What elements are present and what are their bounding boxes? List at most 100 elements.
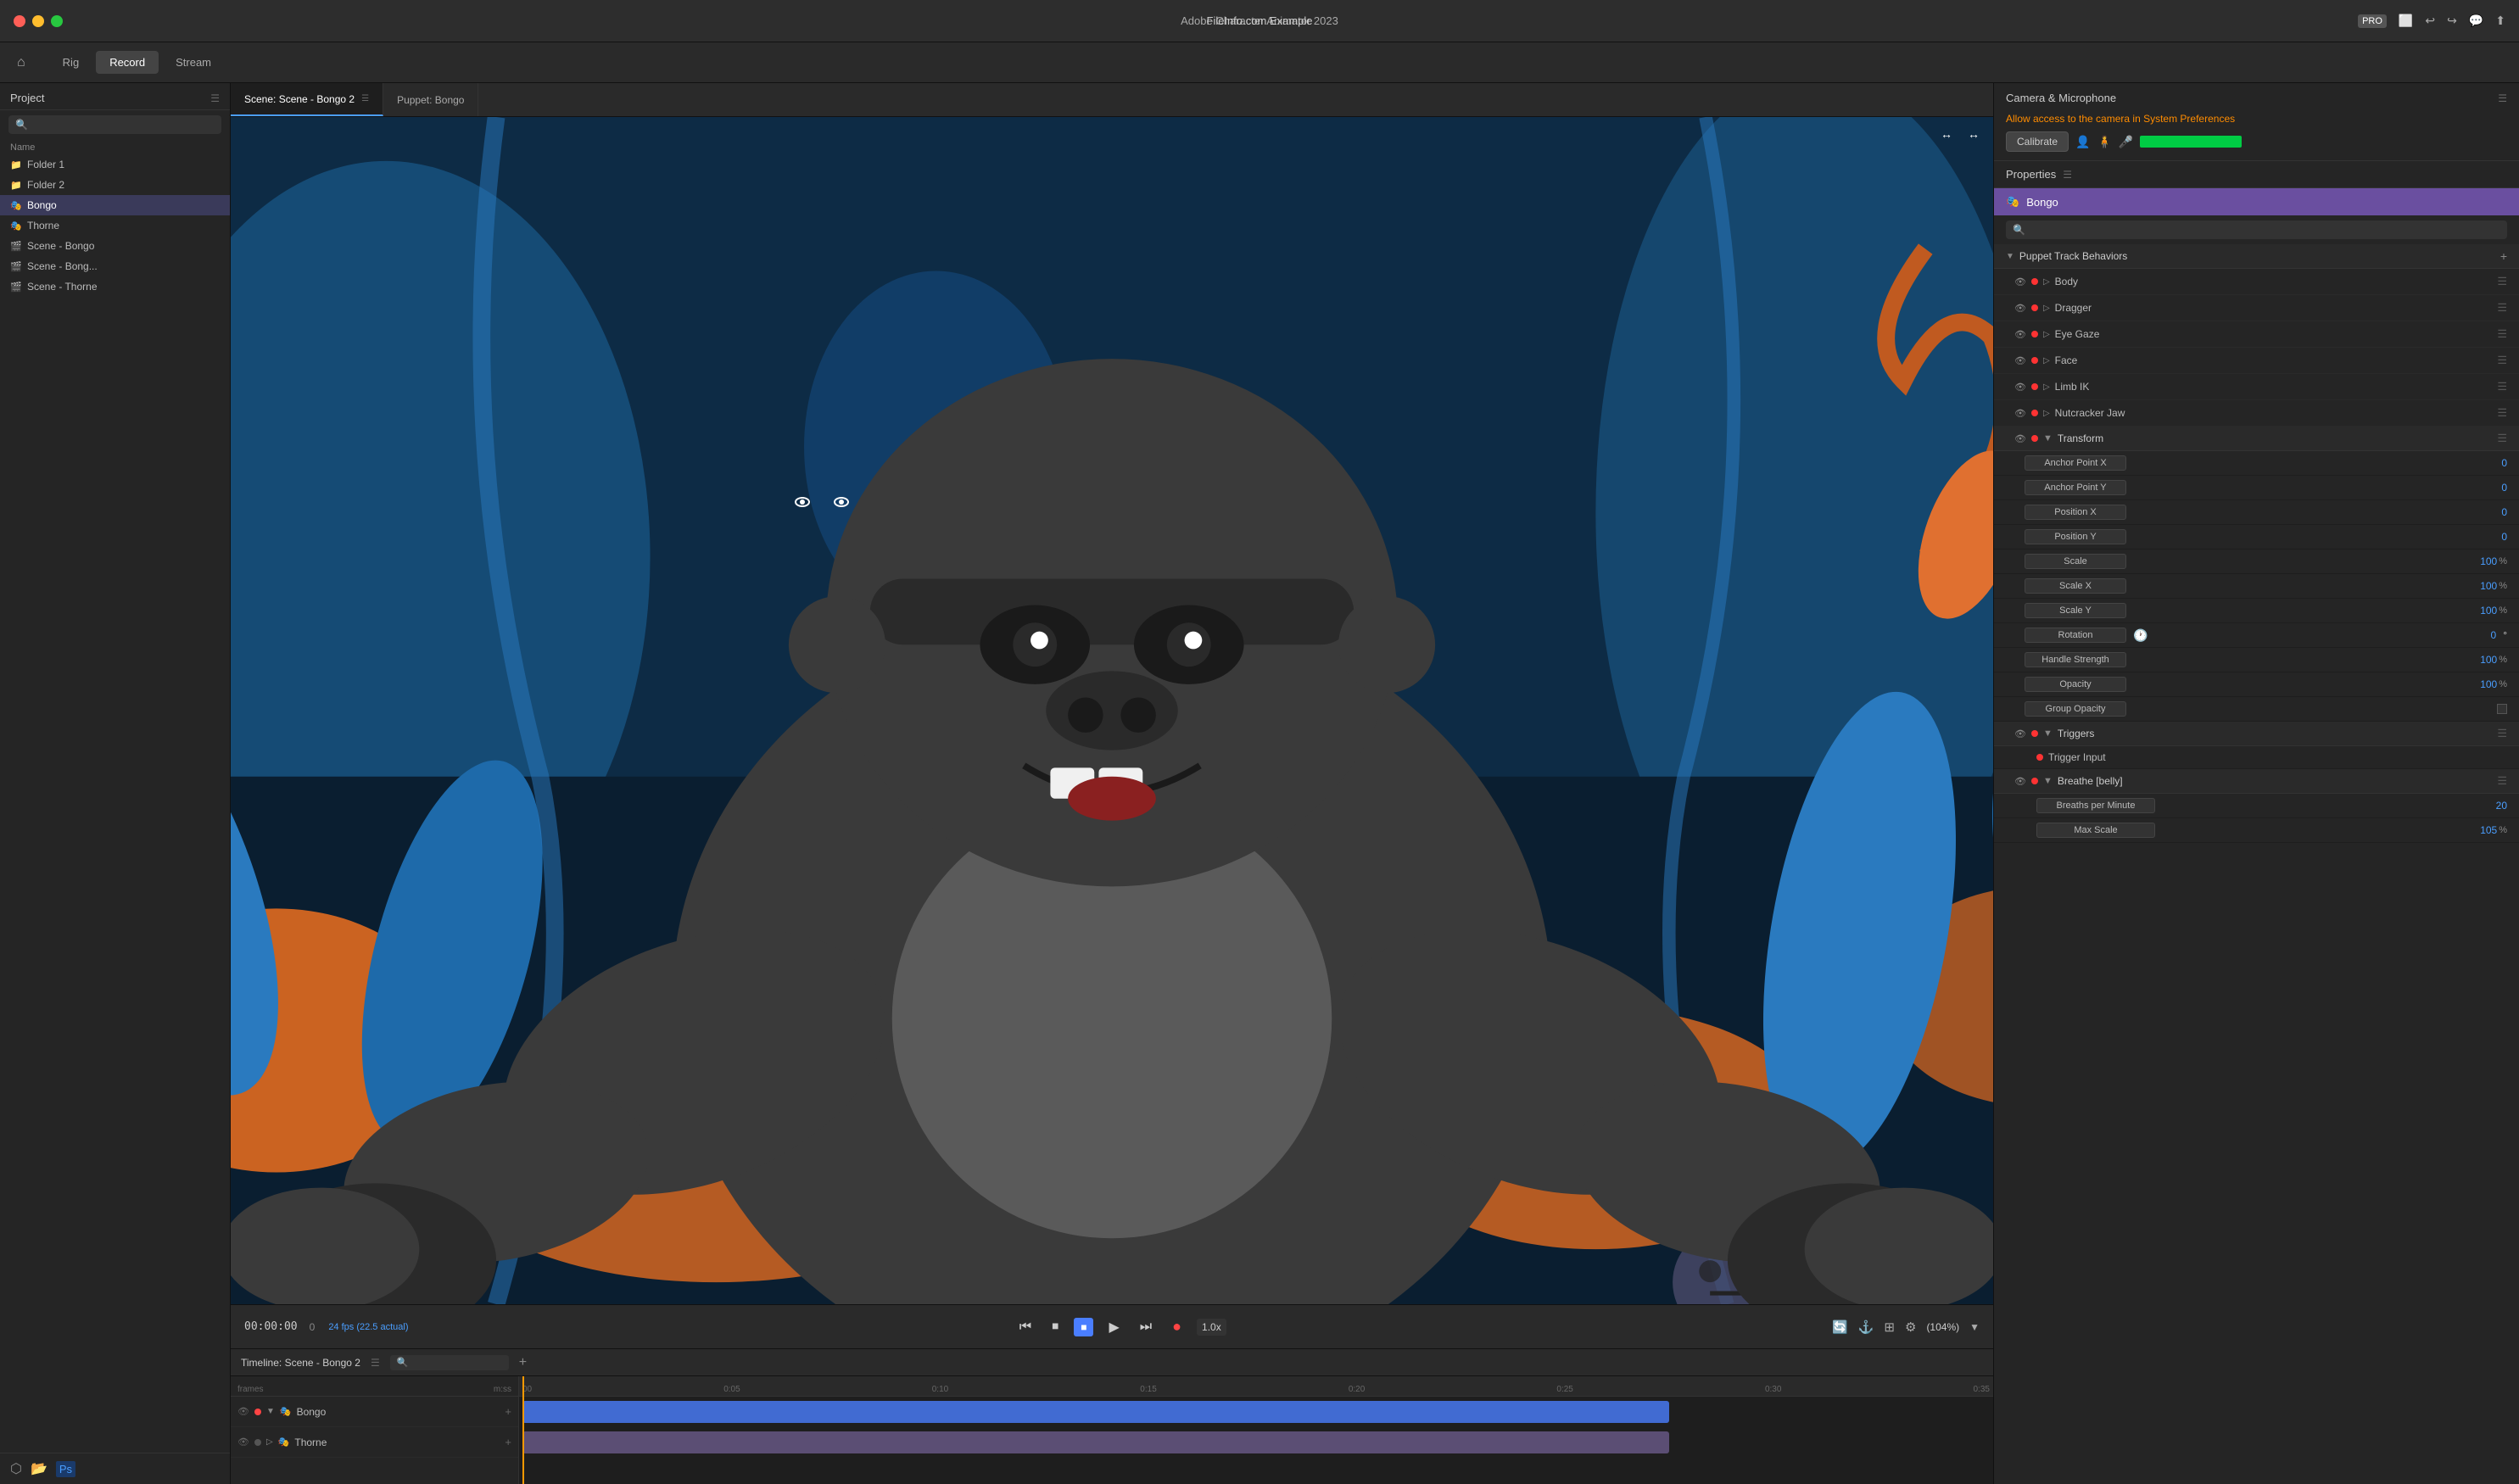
eye-icon[interactable]: 👁 xyxy=(2014,433,2026,444)
behavior-menu-icon[interactable]: ☰ xyxy=(2497,380,2507,393)
upload-icon[interactable]: ⬆ xyxy=(2495,14,2505,28)
breathe-header[interactable]: 👁 ▼ Breathe [belly] ☰ xyxy=(1994,769,2519,794)
expand-arrow[interactable]: ▼ xyxy=(2043,433,2053,444)
stop-button[interactable]: ■ xyxy=(1074,1318,1093,1336)
anchor-point-y-value[interactable]: 0 xyxy=(2473,482,2507,494)
expand-arrow[interactable]: ▷ xyxy=(2043,304,2050,313)
sidebar-item-folder1[interactable]: 📁 Folder 1 xyxy=(0,154,230,175)
sidebar-item-thorne[interactable]: 🎭 Thorne xyxy=(0,215,230,236)
eye-icon[interactable]: 👁 xyxy=(2014,408,2026,419)
tab-scene-bongo2[interactable]: Scene: Scene - Bongo 2 ☰ xyxy=(231,83,383,116)
eye-icon-bongo[interactable]: 👁 xyxy=(237,1406,249,1417)
scale-y-value[interactable]: 100 xyxy=(2463,605,2497,616)
record-dot[interactable] xyxy=(2031,304,2038,311)
resize-icon-right[interactable]: ↔ xyxy=(1968,127,1980,141)
expand-icon-bongo[interactable]: ▼ xyxy=(266,1407,275,1416)
behavior-menu-icon[interactable]: ☰ xyxy=(2497,406,2507,420)
record-dot-bongo[interactable] xyxy=(254,1409,261,1415)
anchor-point-x-value[interactable]: 0 xyxy=(2473,457,2507,469)
record-dot[interactable] xyxy=(2031,278,2038,285)
calibrate-button[interactable]: Calibrate xyxy=(2006,131,2069,152)
opacity-value[interactable]: 100 xyxy=(2463,678,2497,690)
record-dot[interactable] xyxy=(2031,410,2038,416)
expand-arrow[interactable]: ▼ xyxy=(2043,728,2053,739)
eye-icon[interactable]: 👁 xyxy=(2014,382,2026,393)
folder-open-icon[interactable]: 📂 xyxy=(31,1460,47,1477)
behavior-menu-icon[interactable]: ☰ xyxy=(2497,327,2507,341)
timeline-menu-icon[interactable]: ☰ xyxy=(371,1357,380,1369)
loop-icon[interactable]: 🔄 xyxy=(1832,1319,1848,1335)
record-dot[interactable] xyxy=(2031,383,2038,390)
behavior-menu-icon[interactable]: ☰ xyxy=(2497,275,2507,288)
behavior-menu-icon[interactable]: ☰ xyxy=(2497,354,2507,367)
settings-icon[interactable]: ⚙ xyxy=(1905,1319,1916,1335)
expand-arrow[interactable]: ▼ xyxy=(2043,776,2053,786)
max-scale-value[interactable]: 105 xyxy=(2480,824,2497,836)
project-search-input[interactable] xyxy=(8,115,221,134)
sidebar-item-scene-thorne[interactable]: 🎬 Scene - Thorne xyxy=(0,276,230,297)
skip-start-button[interactable]: ⏮ xyxy=(1014,1316,1036,1338)
eye-icon-thorne[interactable]: 👁 xyxy=(237,1437,249,1448)
record-button[interactable]: ● xyxy=(1167,1314,1187,1339)
undo-icon[interactable]: ↩ xyxy=(2425,14,2435,28)
playhead[interactable] xyxy=(522,1376,524,1484)
add-behavior-icon-thorne[interactable]: + xyxy=(505,1436,511,1448)
rotation-dial-icon[interactable]: 🕐 xyxy=(2133,628,2148,643)
expand-arrow[interactable]: ▷ xyxy=(2043,277,2050,287)
scale-x-value[interactable]: 100 xyxy=(2463,580,2497,592)
timeline-tracks[interactable]: 00 0:05 0:10 0:15 0:20 0:25 0:30 0:35 xyxy=(519,1376,1993,1484)
rotation-value[interactable]: 0 xyxy=(2491,629,2497,641)
timeline-search-input[interactable] xyxy=(390,1355,509,1370)
sidebar-item-bongo[interactable]: 🎭 Bongo xyxy=(0,195,230,215)
redo-icon[interactable]: ↪ xyxy=(2447,14,2457,28)
record-dot[interactable] xyxy=(2031,357,2038,364)
tab-record[interactable]: Record xyxy=(96,51,159,74)
resize-icon-left[interactable]: ↔ xyxy=(1941,127,1952,141)
anchor-icon[interactable]: ⚓ xyxy=(1858,1319,1874,1335)
minimize-button[interactable] xyxy=(32,15,44,27)
expand-arrow[interactable]: ▷ xyxy=(2043,356,2050,365)
expand-arrow[interactable]: ▷ xyxy=(2043,330,2050,339)
eye-icon[interactable]: 👁 xyxy=(2014,276,2026,287)
tab-menu-icon[interactable]: ☰ xyxy=(361,94,369,103)
close-button[interactable] xyxy=(14,15,25,27)
comment-icon[interactable]: 💬 xyxy=(2469,14,2483,28)
eye-icon[interactable]: 👁 xyxy=(2014,303,2026,314)
new-puppet-icon[interactable]: ⬡ xyxy=(10,1460,22,1477)
eye-icon[interactable]: 👁 xyxy=(2014,355,2026,366)
handle-strength-value[interactable]: 100 xyxy=(2463,654,2497,666)
position-y-value[interactable]: 0 xyxy=(2473,531,2507,543)
scale-value[interactable]: 100 xyxy=(2463,555,2497,567)
add-track-icon[interactable]: + xyxy=(519,1355,527,1370)
project-menu-icon[interactable]: ☰ xyxy=(210,92,220,104)
eye-icon[interactable]: 👁 xyxy=(2014,776,2026,787)
record-dot[interactable] xyxy=(2031,778,2038,784)
play-button[interactable]: ▶ xyxy=(1103,1315,1124,1339)
properties-search-input[interactable] xyxy=(2006,220,2507,239)
sidebar-item-scene-bong[interactable]: 🎬 Scene - Bong... xyxy=(0,256,230,276)
record-dot[interactable] xyxy=(2031,730,2038,737)
bongo-clip[interactable] xyxy=(522,1401,1669,1423)
tab-puppet-bongo[interactable]: Puppet: Bongo xyxy=(383,83,478,116)
position-x-value[interactable]: 0 xyxy=(2473,506,2507,518)
properties-menu-icon[interactable]: ☰ xyxy=(2063,169,2072,181)
transform-menu-icon[interactable]: ☰ xyxy=(2497,432,2507,445)
sidebar-item-folder2[interactable]: 📁 Folder 2 xyxy=(0,175,230,195)
eye-icon[interactable]: 👁 xyxy=(2014,329,2026,340)
thorne-clip[interactable] xyxy=(522,1431,1669,1453)
zoom-dropdown-icon[interactable]: ▼ xyxy=(1969,1321,1980,1333)
camera-menu-icon[interactable]: ☰ xyxy=(2498,92,2507,104)
record-dot[interactable] xyxy=(2031,331,2038,338)
maximize-button[interactable] xyxy=(51,15,63,27)
expand-arrow[interactable]: ▷ xyxy=(2043,409,2050,418)
add-behavior-icon[interactable]: + xyxy=(505,1405,511,1418)
mute-dot-thorne[interactable] xyxy=(254,1439,261,1446)
triggers-header[interactable]: 👁 ▼ Triggers ☰ xyxy=(1994,722,2519,746)
puppet-track-behaviors-header[interactable]: ▼ Puppet Track Behaviors + xyxy=(1994,244,2519,269)
window-icon[interactable]: ⬜ xyxy=(2399,14,2413,28)
sidebar-item-scene-bongo[interactable]: 🎬 Scene - Bongo xyxy=(0,236,230,256)
breathe-menu-icon[interactable]: ☰ xyxy=(2497,774,2507,788)
grid-icon[interactable]: ⊞ xyxy=(1884,1319,1895,1335)
expand-icon-thorne[interactable]: ▷ xyxy=(266,1437,273,1447)
step-back-button[interactable]: ⏹ xyxy=(1047,1316,1064,1338)
